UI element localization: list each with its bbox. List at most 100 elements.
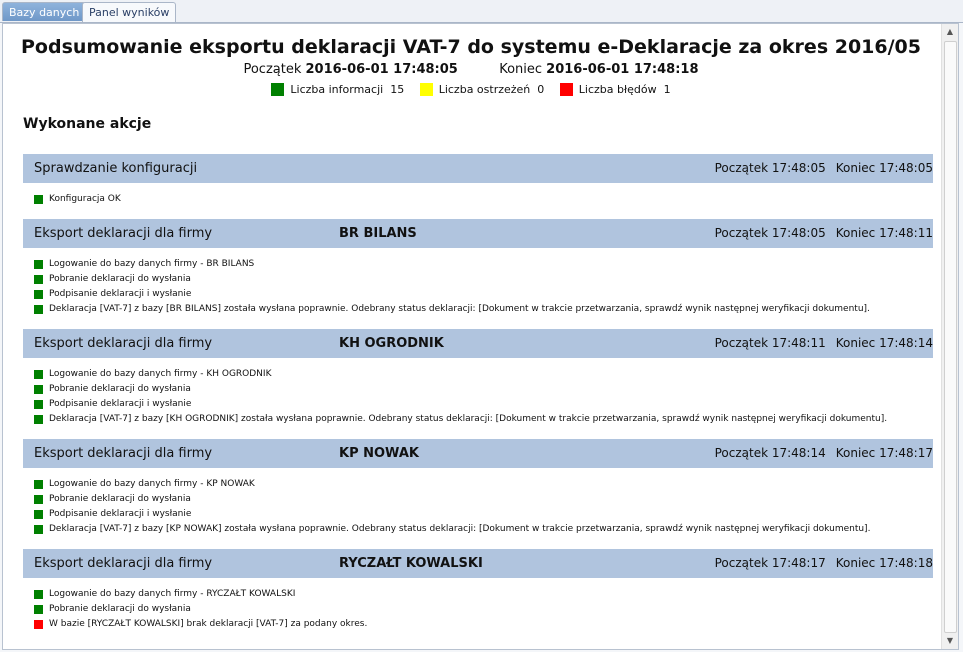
group-start: Początek 17:48:11 xyxy=(714,336,826,350)
item-text: Pobranie deklaracji do wysłania xyxy=(49,604,191,614)
list-item: Podpisanie deklaracji i wysłanie xyxy=(23,509,933,524)
item-text: Konfiguracja OK xyxy=(49,194,121,204)
item-text: Pobranie deklaracji do wysłania xyxy=(49,384,191,394)
group-title: Eksport deklaracji dla firmy xyxy=(34,446,213,461)
list-item: Pobranie deklaracji do wysłania xyxy=(23,604,933,619)
group-items: Logowanie do bazy danych firmy - KP NOWA… xyxy=(23,468,933,539)
legend-info: Liczba informacji 15 xyxy=(271,83,404,96)
list-item: Podpisanie deklaracji i wysłanie xyxy=(23,399,933,414)
info-status-icon xyxy=(34,195,43,204)
list-item: Pobranie deklaracji do wysłania xyxy=(23,274,933,289)
item-text: Pobranie deklaracji do wysłania xyxy=(49,494,191,504)
list-item: Podpisanie deklaracji i wysłanie xyxy=(23,289,933,304)
group-title: Eksport deklaracji dla firmy xyxy=(34,226,213,241)
group-times: Początek 17:48:05 Koniec 17:48:11 xyxy=(705,226,933,240)
group-start: Początek 17:48:14 xyxy=(714,446,826,460)
scroll-up-icon[interactable]: ▲ xyxy=(942,24,958,40)
tab-bar: Bazy danych Panel wyników xyxy=(0,0,963,23)
error-swatch xyxy=(559,83,573,96)
info-status-icon xyxy=(34,260,43,269)
group-header: Eksport deklaracji dla firmy RYCZAŁT KOWA… xyxy=(23,549,933,578)
info-swatch xyxy=(271,83,285,96)
report-times: Początek 2016-06-01 17:48:05 Koniec 2016… xyxy=(3,62,939,77)
vertical-scrollbar[interactable]: ▲ ▼ xyxy=(941,24,958,649)
legend: Liczba informacji 15 Liczba ostrzeżeń 0 … xyxy=(3,83,939,96)
action-group: Eksport deklaracji dla firmy KP NOWAK Pocz… xyxy=(23,439,933,539)
group-times: Początek 17:48:17 Koniec 17:48:18 xyxy=(705,556,933,570)
item-text: Podpisanie deklaracji i wysłanie xyxy=(49,509,192,519)
info-status-icon xyxy=(34,305,43,314)
group-firm: KH OGRODNIK xyxy=(339,336,444,351)
list-item: Logowanie do bazy danych firmy - BR BILA… xyxy=(23,259,933,274)
list-item: Pobranie deklaracji do wysłania xyxy=(23,494,933,509)
item-text: Deklaracja [VAT-7] z bazy [KP NOWAK] zos… xyxy=(49,524,871,534)
info-status-icon xyxy=(34,605,43,614)
group-title: Sprawdzanie konfiguracji xyxy=(34,161,198,176)
group-times: Początek 17:48:14 Koniec 17:48:17 xyxy=(705,446,933,460)
item-text: Podpisanie deklaracji i wysłanie xyxy=(49,399,192,409)
group-items: Logowanie do bazy danych firmy - BR BILA… xyxy=(23,248,933,319)
info-status-icon xyxy=(34,590,43,599)
list-item: Pobranie deklaracji do wysłania xyxy=(23,384,933,399)
group-start: Początek 17:48:05 xyxy=(714,226,826,240)
list-item: Logowanie do bazy danych firmy - RYCZAŁT… xyxy=(23,589,933,604)
error-status-icon xyxy=(34,620,43,629)
list-item: Logowanie do bazy danych firmy - KP NOWA… xyxy=(23,479,933,494)
list-item: Deklaracja [VAT-7] z bazy [KH OGRODNIK] … xyxy=(23,414,933,429)
group-title: Eksport deklaracji dla firmy xyxy=(34,556,213,571)
action-group: Eksport deklaracji dla firmy BR BILANS Poc… xyxy=(23,219,933,319)
tab-bazy-danych[interactable]: Bazy danych xyxy=(2,2,87,21)
item-text: Deklaracja [VAT-7] z bazy [BR BILANS] zo… xyxy=(49,304,870,314)
group-end: Koniec 17:48:17 xyxy=(835,446,933,460)
legend-warning: Liczba ostrzeżeń 0 xyxy=(419,83,544,96)
item-text: Pobranie deklaracji do wysłania xyxy=(49,274,191,284)
group-title: Eksport deklaracji dla firmy xyxy=(34,336,213,351)
list-item: Deklaracja [VAT-7] z bazy [KP NOWAK] zos… xyxy=(23,524,933,539)
action-group: Eksport deklaracji dla firmy KH OGRODNIK P… xyxy=(23,329,933,429)
group-header: Sprawdzanie konfiguracji Początek 17:48:0… xyxy=(23,154,933,183)
group-start: Początek 17:48:05 xyxy=(714,161,826,175)
action-group: Sprawdzanie konfiguracji Początek 17:48:0… xyxy=(23,154,933,209)
warning-swatch xyxy=(419,83,433,96)
info-status-icon xyxy=(34,275,43,284)
group-firm: RYCZAŁT KOWALSKI xyxy=(339,556,483,571)
group-times: Początek 17:48:11 Koniec 17:48:14 xyxy=(705,336,933,350)
group-header: Eksport deklaracji dla firmy KH OGRODNIK P… xyxy=(23,329,933,358)
section-heading: Wykonane akcje xyxy=(23,116,152,132)
tab-panel-wynikow[interactable]: Panel wyników xyxy=(82,2,177,22)
end-value: 2016-06-01 17:48:18 xyxy=(546,62,699,77)
group-items: Logowanie do bazy danych firmy - RYCZAŁT… xyxy=(23,578,933,634)
group-header: Eksport deklaracji dla firmy KP NOWAK Pocz… xyxy=(23,439,933,468)
group-end: Koniec 17:48:14 xyxy=(835,336,933,350)
list-item: Logowanie do bazy danych firmy - KH OGRO… xyxy=(23,369,933,384)
item-text: W bazie [RYCZAŁT KOWALSKI] brak deklarac… xyxy=(49,619,368,629)
item-text: Logowanie do bazy danych firmy - RYCZAŁT… xyxy=(49,589,296,599)
info-status-icon xyxy=(34,525,43,534)
group-firm: KP NOWAK xyxy=(339,446,419,461)
group-end: Koniec 17:48:18 xyxy=(835,556,933,570)
group-end: Koniec 17:48:05 xyxy=(835,161,933,175)
item-text: Podpisanie deklaracji i wysłanie xyxy=(49,289,192,299)
results-panel: Podsumowanie eksportu deklaracji VAT-7 d… xyxy=(2,23,959,650)
item-text: Logowanie do bazy danych firmy - BR BILA… xyxy=(49,259,255,269)
scroll-thumb[interactable] xyxy=(944,41,957,633)
start-value: 2016-06-01 17:48:05 xyxy=(305,62,458,77)
group-end: Koniec 17:48:11 xyxy=(835,226,933,240)
group-header: Eksport deklaracji dla firmy BR BILANS Poc… xyxy=(23,219,933,248)
scroll-down-icon[interactable]: ▼ xyxy=(942,633,958,649)
info-status-icon xyxy=(34,510,43,519)
item-text: Deklaracja [VAT-7] z bazy [KH OGRODNIK] … xyxy=(49,414,888,424)
item-text: Logowanie do bazy danych firmy - KP NOWA… xyxy=(49,479,255,489)
legend-error: Liczba błędów 1 xyxy=(559,83,671,96)
list-item: W bazie [RYCZAŁT KOWALSKI] brak deklarac… xyxy=(23,619,933,634)
info-status-icon xyxy=(34,290,43,299)
group-items: Logowanie do bazy danych firmy - KH OGRO… xyxy=(23,358,933,429)
group-items: Konfiguracja OK xyxy=(23,183,933,209)
info-status-icon xyxy=(34,400,43,409)
group-times: Początek 17:48:05 Koniec 17:48:05 xyxy=(705,161,933,175)
list-item: Deklaracja [VAT-7] z bazy [BR BILANS] zo… xyxy=(23,304,933,319)
info-status-icon xyxy=(34,495,43,504)
start-label: Początek xyxy=(243,62,302,77)
group-start: Początek 17:48:17 xyxy=(714,556,826,570)
info-status-icon xyxy=(34,370,43,379)
